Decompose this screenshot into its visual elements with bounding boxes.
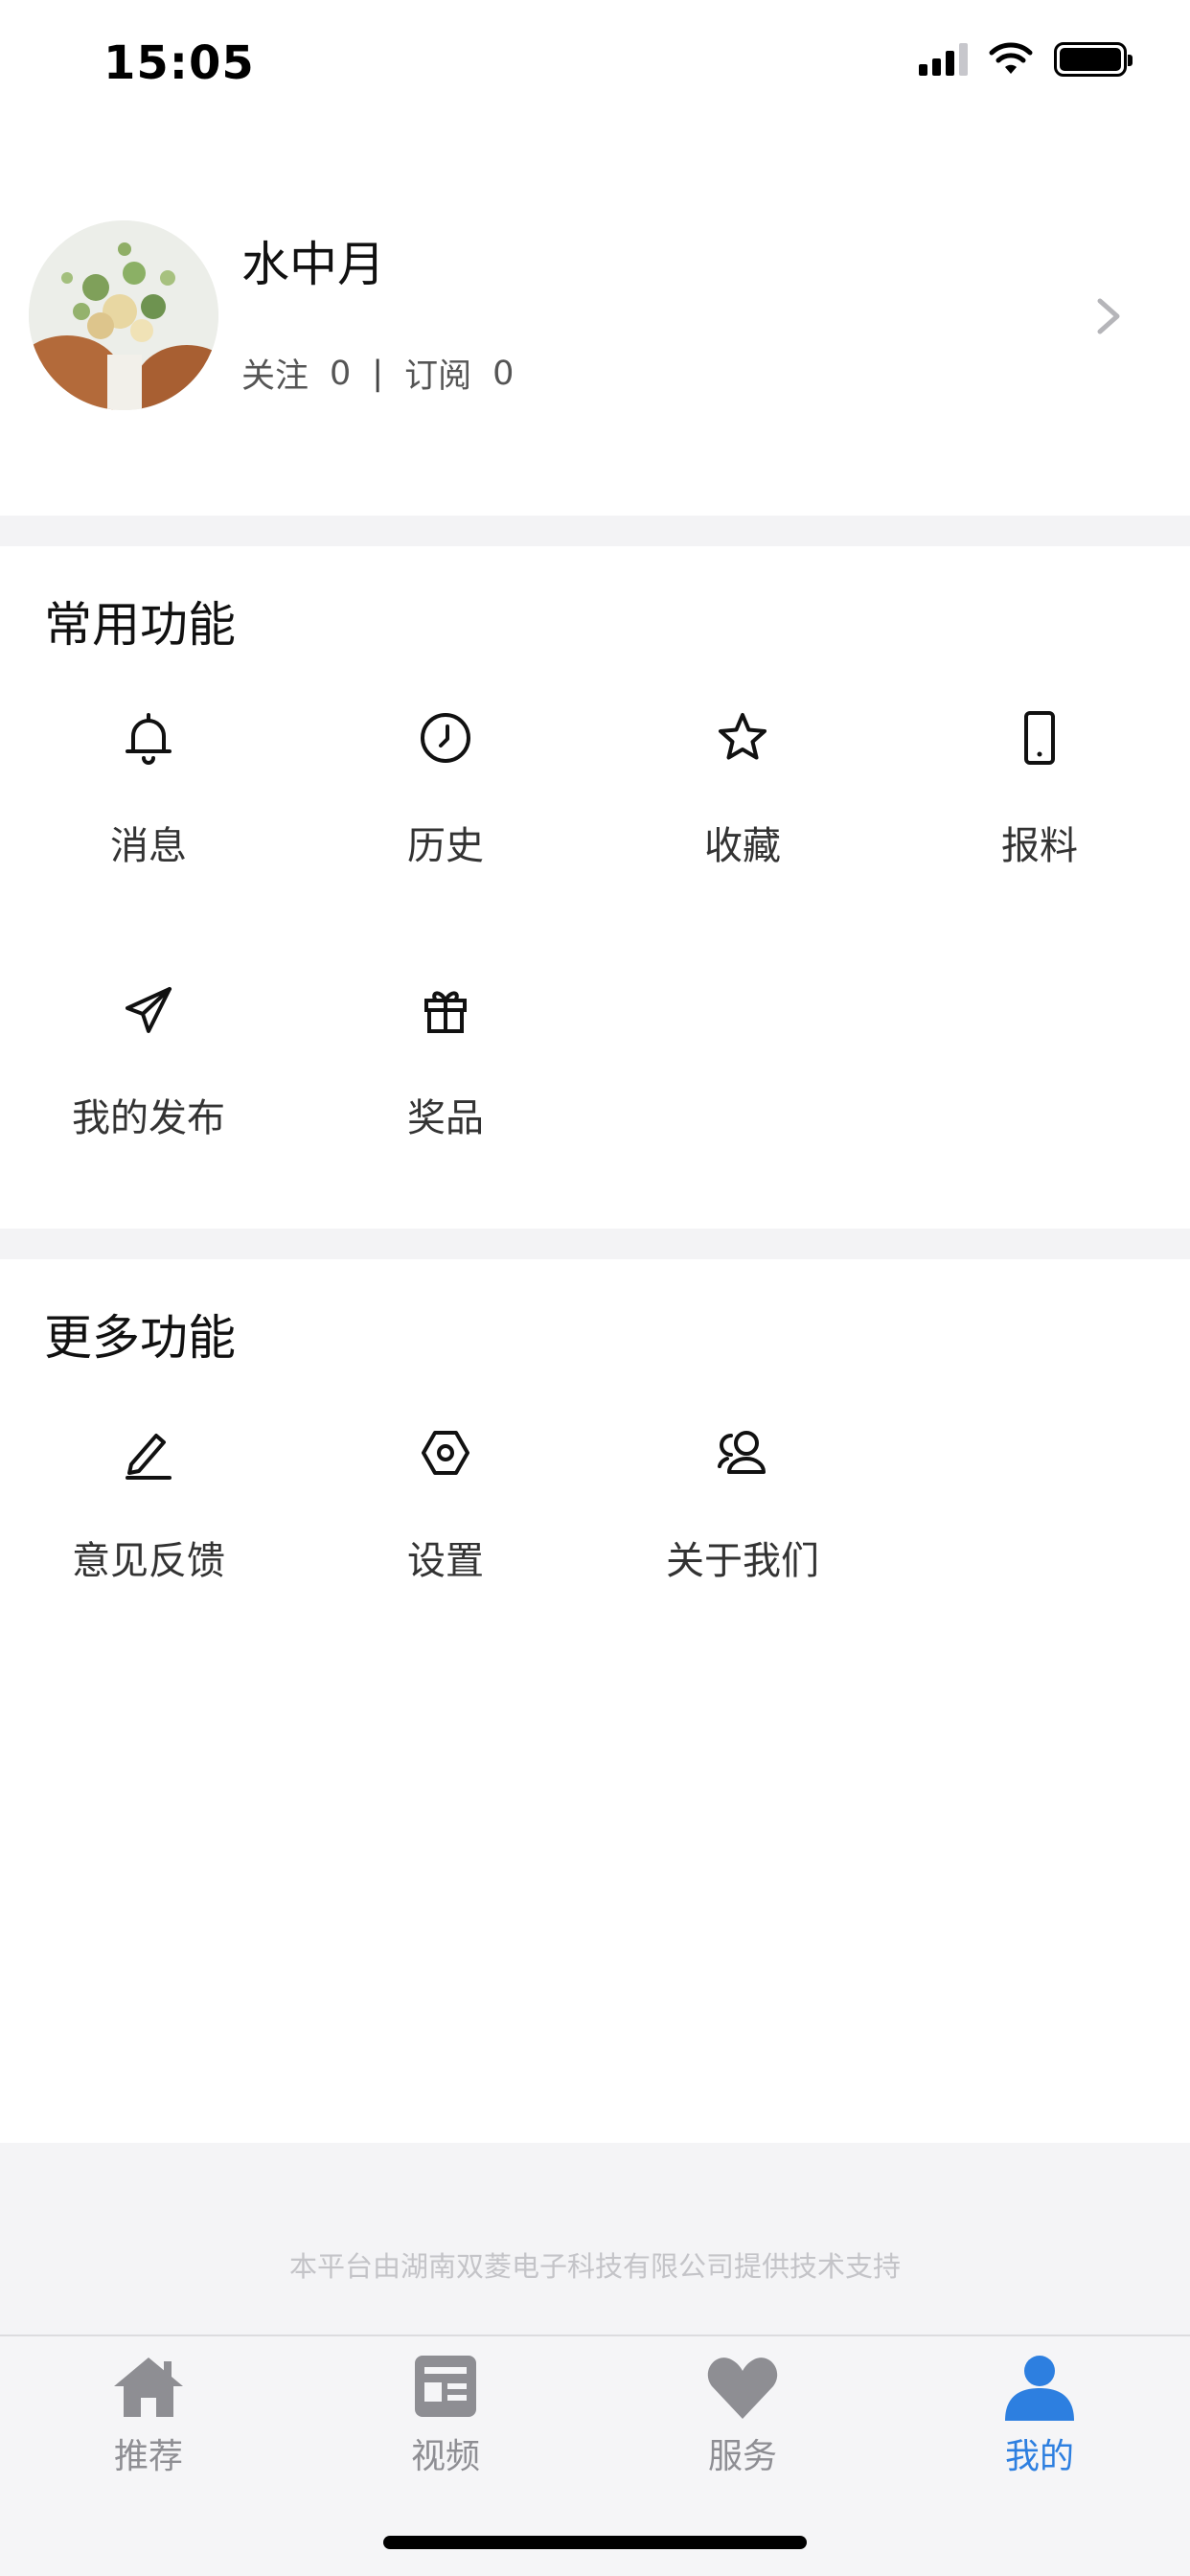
- status-time: 15:05: [103, 36, 255, 90]
- section-title-more: 更多功能: [44, 1310, 236, 1366]
- subscribe-label[interactable]: 订阅: [404, 349, 471, 398]
- more-functions-section: 更多功能 意见反馈 设置 关于我们: [0, 1259, 1190, 2143]
- status-bar: 15:05: [0, 0, 1190, 125]
- pencil-icon: [126, 1434, 172, 1480]
- section-divider: [0, 516, 1190, 546]
- home-indicator: [383, 2536, 807, 2549]
- clock-icon: [421, 713, 470, 763]
- chevron-right-icon[interactable]: [1085, 288, 1133, 345]
- common-functions-section: 常用功能 消息 历史 收藏 报料 我的发布 奖品: [0, 546, 1190, 1229]
- bell-icon: [126, 713, 172, 765]
- grid-label: 收藏: [704, 824, 781, 868]
- tab-label: 视频: [410, 2437, 480, 2476]
- wifi-icon: [989, 42, 1033, 74]
- news-icon: [415, 2356, 476, 2417]
- status-icons: [919, 42, 1133, 77]
- grid-item-feedback[interactable]: 意见反馈: [0, 1422, 297, 1585]
- grid-item-my-posts[interactable]: 我的发布: [0, 979, 297, 1142]
- profile-name: 水中月: [241, 237, 385, 292]
- profile-stats: 关注 0 | 订阅 0: [241, 349, 514, 398]
- grid-label: 我的发布: [72, 1096, 225, 1140]
- star-icon: [719, 713, 767, 760]
- grid-item-settings[interactable]: 设置: [297, 1422, 594, 1585]
- paper-plane-icon: [126, 987, 172, 1033]
- tab-mine[interactable]: 我的: [891, 2354, 1188, 2478]
- footer-area: 本平台由湖南双菱电子科技有限公司提供技术支持: [0, 2143, 1190, 2334]
- grid-item-report[interactable]: 报料: [891, 707, 1188, 870]
- grid-item-prizes[interactable]: 奖品: [297, 979, 594, 1142]
- grid-label: 意见反馈: [72, 1539, 225, 1583]
- cellular-signal-icon: [919, 43, 968, 76]
- section-title-common: 常用功能: [44, 597, 236, 653]
- gift-icon: [424, 991, 467, 1033]
- tab-services[interactable]: 服务: [594, 2354, 891, 2478]
- grid-label: 关于我们: [666, 1539, 819, 1583]
- users-icon: [718, 1431, 766, 1474]
- tab-label: 我的: [1004, 2437, 1074, 2476]
- grid-item-messages[interactable]: 消息: [0, 707, 297, 870]
- grid-label: 奖品: [407, 1096, 484, 1140]
- subscribe-count[interactable]: 0: [492, 355, 514, 393]
- tab-recommend[interactable]: 推荐: [0, 2354, 297, 2478]
- grid-item-history[interactable]: 历史: [297, 707, 594, 870]
- tab-video[interactable]: 视频: [297, 2354, 594, 2478]
- stats-separator: |: [372, 354, 384, 393]
- follow-count[interactable]: 0: [330, 355, 351, 393]
- section-divider: [0, 1229, 1190, 1259]
- tab-label: 服务: [707, 2437, 777, 2476]
- grid-item-about[interactable]: 关于我们: [594, 1422, 891, 1585]
- grid-label: 报料: [1001, 824, 1078, 868]
- grid-label: 设置: [407, 1539, 484, 1583]
- battery-icon: [1054, 42, 1133, 77]
- home-icon: [114, 2358, 183, 2417]
- profile-header[interactable]: 水中月 关注 0 | 订阅 0: [0, 192, 1190, 441]
- heart-icon: [707, 2358, 778, 2419]
- grid-label: 消息: [110, 824, 187, 868]
- grid-label: 历史: [407, 824, 484, 868]
- grid-item-favorites[interactable]: 收藏: [594, 707, 891, 870]
- tab-label: 推荐: [113, 2437, 183, 2476]
- footer-text: 本平台由湖南双菱电子科技有限公司提供技术支持: [288, 2250, 901, 2283]
- follow-label[interactable]: 关注: [241, 349, 309, 398]
- phone-icon: [1024, 711, 1055, 765]
- avatar[interactable]: [29, 220, 218, 410]
- person-icon: [1005, 2356, 1074, 2421]
- hex-gear-icon: [422, 1431, 469, 1475]
